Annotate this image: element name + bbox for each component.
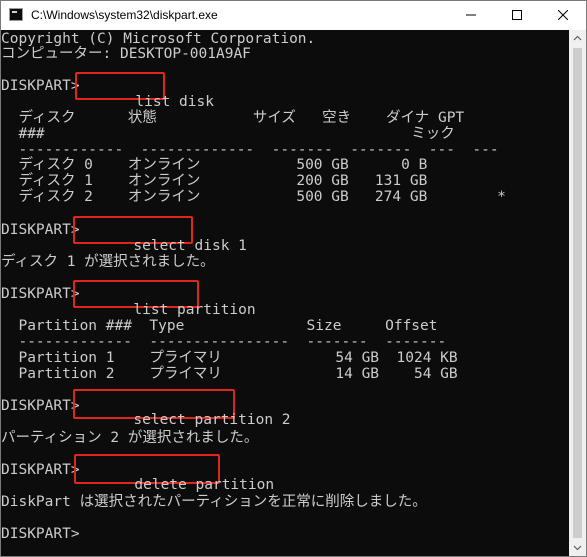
chevron-up-icon xyxy=(573,35,582,41)
maximize-icon xyxy=(512,10,522,20)
scrollbar-thumb[interactable] xyxy=(573,48,582,538)
console-window: C:\Windows\system32\diskpart.exe Copyrig… xyxy=(0,0,587,557)
console-app-icon xyxy=(9,8,23,21)
disk-table-row: ディスク 0 オンライン 500 GB 0 B xyxy=(1,157,428,173)
command-highlight-select-partition: select partition 2 xyxy=(73,389,291,428)
partition-table-row: Partition 1 プライマリ 54 GB 1024 KB xyxy=(1,350,458,366)
scroll-down-button[interactable] xyxy=(569,539,586,556)
command-text: select disk 1 xyxy=(133,238,247,254)
banner-copyright: Copyright (C) Microsoft Corporation. xyxy=(1,31,316,47)
partition-table-row: Partition 2 プライマリ 14 GB 54 GB xyxy=(1,366,458,382)
partition-selected-message: パーティション 2 が選択されました。 xyxy=(1,430,259,446)
disk-table-header-2: ### ミック xyxy=(1,126,455,142)
scroll-up-button[interactable] xyxy=(569,30,586,47)
command-text: select partition 2 xyxy=(133,412,291,428)
command-highlight-list-partition: list partition xyxy=(73,280,256,318)
delete-success-message: DiskPart は選択されたパーティションを正常に削除しました。 xyxy=(1,494,427,510)
disk-table-row: ディスク 2 オンライン 500 GB 274 GB * xyxy=(1,189,506,205)
close-button[interactable] xyxy=(540,1,586,30)
console-output[interactable]: Copyright (C) Microsoft Corporation. コンピ… xyxy=(1,30,569,556)
minimize-icon xyxy=(466,14,476,16)
disk-table-separator: ------------ ------------- ------- -----… xyxy=(1,142,499,158)
disk-table-row: ディスク 1 オンライン 200 GB 131 GB xyxy=(1,173,428,189)
command-highlight-delete-partition: delete partition xyxy=(74,454,274,493)
banner-computer-name: コンピューター: DESKTOP-001A9AF xyxy=(1,46,251,62)
partition-table-separator: ------------- ---------------- ------- -… xyxy=(1,334,447,350)
disk-table-header: ディスク 状態 サイズ 空き ダイナ GPT xyxy=(1,110,465,126)
command-text: list partition xyxy=(133,302,256,318)
command-highlight-select-disk: select disk 1 xyxy=(73,216,247,254)
maximize-button[interactable] xyxy=(494,1,540,30)
partition-table-header: Partition ### Type Size Offset xyxy=(1,318,438,334)
current-prompt[interactable]: DISKPART> xyxy=(1,526,88,542)
title-bar[interactable]: C:\Windows\system32\diskpart.exe xyxy=(1,1,586,30)
minimize-button[interactable] xyxy=(448,1,494,30)
vertical-scrollbar[interactable] xyxy=(569,30,586,556)
command-highlight-list-disk: list disk xyxy=(75,72,214,110)
close-icon xyxy=(558,10,568,20)
disk-selected-message: ディスク 1 が選択されました。 xyxy=(1,254,215,270)
window-title: C:\Windows\system32\diskpart.exe xyxy=(31,8,218,22)
command-text: list disk xyxy=(135,94,214,110)
command-text: delete partition xyxy=(134,477,275,493)
chevron-down-icon xyxy=(573,545,582,551)
